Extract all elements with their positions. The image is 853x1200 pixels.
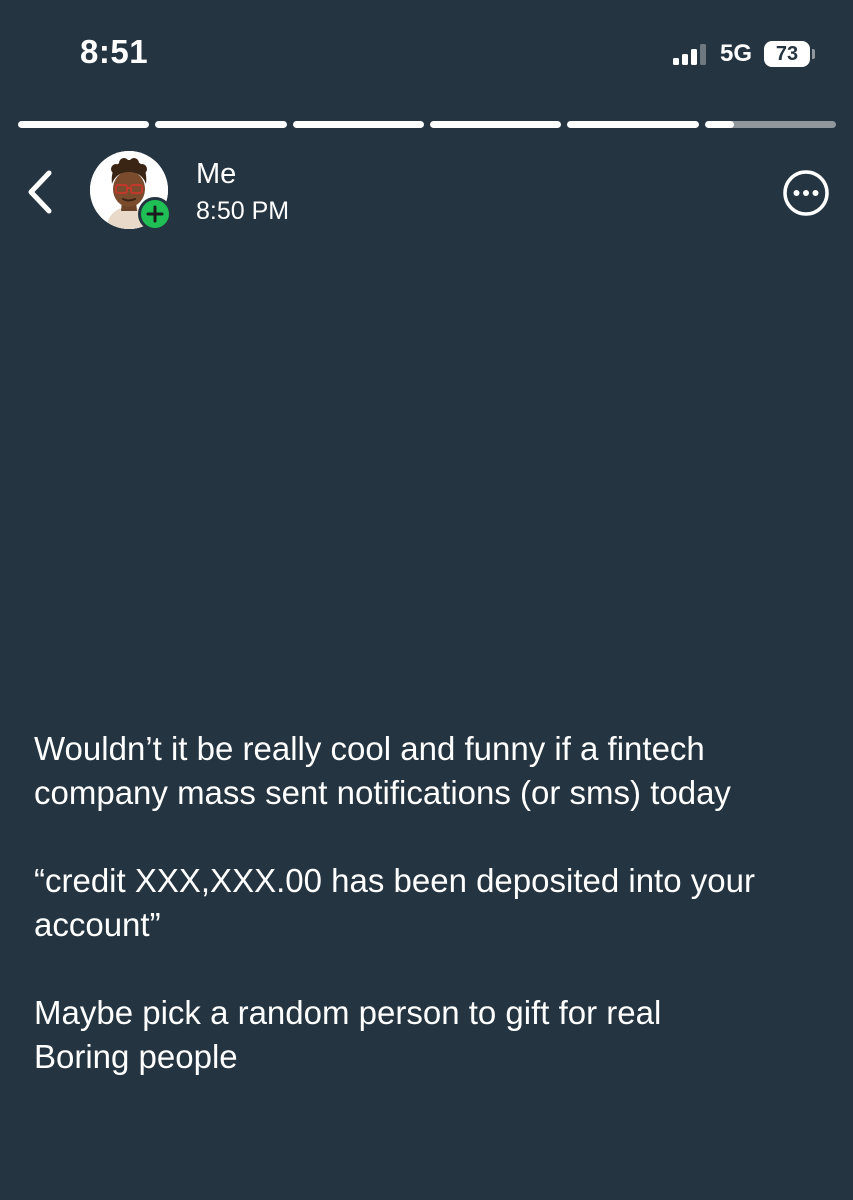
network-type: 5G xyxy=(719,40,752,67)
more-options-button[interactable] xyxy=(782,169,830,217)
battery-icon: 73 xyxy=(764,41,815,67)
story-paragraph: Maybe pick a random person to gift for r… xyxy=(34,994,662,1075)
cellular-signal-icon xyxy=(672,43,706,65)
progress-segment xyxy=(429,121,562,128)
progress-segment xyxy=(18,121,150,128)
back-button[interactable] xyxy=(22,166,62,218)
story-paragraph: “credit XXX,XXX.00 has been deposited in… xyxy=(34,862,755,943)
progress-segment-fill xyxy=(18,121,150,128)
plus-icon xyxy=(146,205,164,223)
story-progress-bar xyxy=(18,121,836,128)
more-options-icon xyxy=(783,170,829,216)
progress-segment-fill xyxy=(155,121,287,128)
progress-segment-fill xyxy=(567,121,699,128)
battery-level: 73 xyxy=(764,41,810,67)
progress-segment-fill xyxy=(292,121,424,128)
progress-segment xyxy=(292,121,424,128)
progress-segment xyxy=(155,121,287,128)
progress-segment-fill xyxy=(429,121,562,128)
status-indicators: 5G 73 xyxy=(672,38,815,70)
story-text: Wouldn’t it be really cool and funny if … xyxy=(34,727,834,1079)
chevron-left-icon xyxy=(28,170,52,214)
progress-segment xyxy=(567,121,699,128)
progress-segment xyxy=(704,121,836,128)
status-time: 8:51 xyxy=(80,33,149,70)
avatar[interactable] xyxy=(90,151,172,231)
progress-segment-fill xyxy=(704,121,734,128)
add-story-button[interactable] xyxy=(138,197,172,231)
poster-name: Me xyxy=(196,158,237,190)
post-time: 8:50 PM xyxy=(196,197,290,225)
story-paragraph: Wouldn’t it be really cool and funny if … xyxy=(34,730,731,811)
